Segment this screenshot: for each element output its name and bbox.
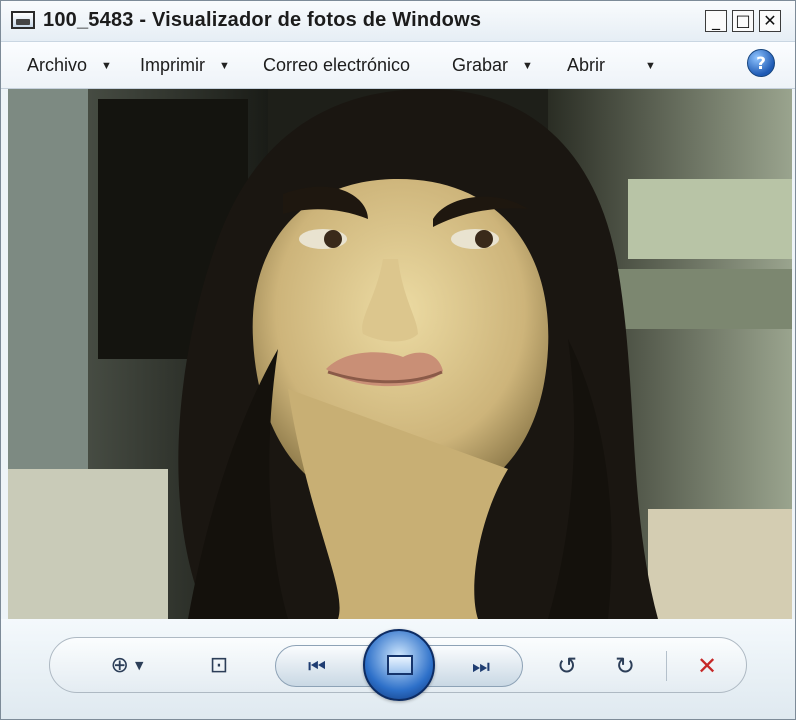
close-button[interactable]: ✕ [759, 10, 781, 32]
slideshow-icon [387, 655, 413, 675]
menu-bar: Archivo ▼ Imprimir ▼ Correo electrónico Gr… [1, 42, 795, 89]
next-icon: ⏭ [472, 654, 490, 678]
menu-label: Grabar [452, 55, 509, 75]
rotate-right-icon: ↻ [614, 652, 636, 680]
menu-label: Imprimir [140, 55, 205, 75]
menu-label: Correo electrónico [263, 55, 411, 75]
help-icon[interactable]: ? [747, 49, 775, 77]
menu-label: Archivo [27, 55, 88, 75]
fit-window-icon: ⊡ [209, 653, 229, 678]
menu-label: Abrir [567, 55, 606, 75]
menu-grabar[interactable]: Grabar ▼ [452, 53, 533, 77]
rotate-left-button[interactable]: ↺ [549, 649, 585, 683]
chevron-down-icon: ▼ [101, 60, 112, 72]
chevron-down-icon: ▼ [645, 60, 656, 72]
previous-icon: ⏮ [308, 654, 326, 678]
displayed-photo [8, 89, 792, 619]
menu-correo-electronico[interactable]: Correo electrónico [263, 53, 410, 77]
next-button[interactable]: ⏭ [461, 649, 501, 683]
delete-icon: ✕ [696, 652, 718, 680]
chevron-down-icon: ▼ [219, 60, 230, 72]
zoom-icon: ⊕ [110, 653, 129, 678]
slideshow-button[interactable] [363, 629, 435, 701]
maximize-button[interactable]: □ [732, 10, 754, 32]
window-title: 100_5483 - Visualizador de fotos de Wind… [43, 9, 482, 31]
rotate-right-button[interactable]: ↻ [607, 649, 643, 683]
chevron-down-icon: ▼ [134, 659, 144, 672]
rotate-left-icon: ↺ [556, 652, 578, 680]
photo-display-area[interactable] [8, 89, 792, 619]
photo-viewer-app-icon [11, 11, 35, 29]
chevron-down-icon: ▼ [522, 60, 533, 72]
zoom-button[interactable]: ⊕ ▼ [99, 649, 155, 683]
photo-viewer-window: 100_5483 - Visualizador de fotos de Wind… [0, 0, 796, 720]
menu-imprimir[interactable]: Imprimir ▼ [140, 53, 230, 77]
title-bar[interactable]: 100_5483 - Visualizador de fotos de Wind… [1, 1, 795, 42]
toolbar-divider [666, 651, 667, 681]
menu-archivo[interactable]: Archivo ▼ [27, 53, 112, 77]
previous-button[interactable]: ⏮ [297, 649, 337, 683]
menu-abrir[interactable]: Abrir ▼ [567, 53, 656, 77]
minimize-button[interactable]: _ [705, 10, 727, 32]
fit-window-button[interactable]: ⊡ [201, 649, 237, 683]
delete-button[interactable]: ✕ [689, 649, 725, 683]
